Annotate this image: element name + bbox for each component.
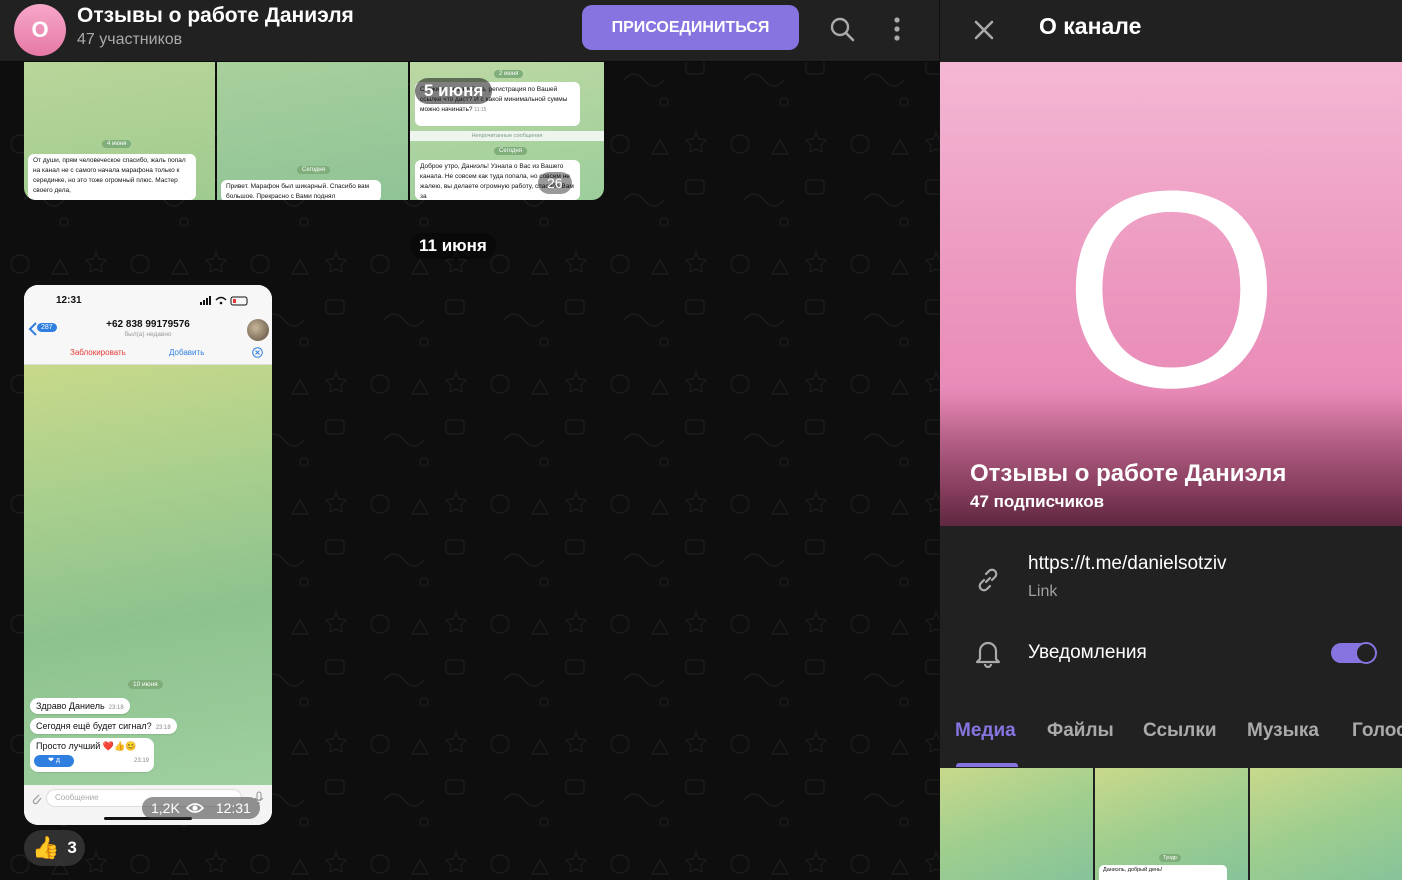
phone-chat-header: 287 +62 838 99179576 был(а) недавно Забл… <box>24 313 272 365</box>
phone-bubble: Сегодня ещё будет сигнал? 23:18 <box>30 718 177 734</box>
media-thumbnail[interactable] <box>940 768 1093 880</box>
paperclip-icon <box>32 794 42 805</box>
phone-input-placeholder: Сообщение <box>55 793 99 802</box>
reaction-count: 3 <box>67 838 77 857</box>
thumbs-up-icon: 👍 <box>32 835 60 860</box>
unread-divider: Непрочитанные сообщения <box>410 131 604 141</box>
tab-media[interactable]: Медиа <box>955 720 1016 742</box>
reaction-chip[interactable]: 👍 3 <box>24 830 85 866</box>
album-photo-2[interactable]: Сегодня Привет. Марафон был шикарный. Сп… <box>217 62 408 200</box>
notifications-row[interactable]: Уведомления <box>940 628 1402 678</box>
cover-avatar-letter: О <box>1062 134 1281 446</box>
phone-date-chip: 10 июня <box>128 680 163 689</box>
photo-message[interactable]: 12:31 287 +62 838 99179576 был(а) недавн… <box>24 285 272 825</box>
media-thumbnail[interactable]: Тундр Даниэль, добрый день! <box>1095 768 1248 880</box>
bell-icon <box>970 635 1006 671</box>
photo-bubble-text: От души, прям человеческое спасибо, жаль… <box>28 154 196 200</box>
tab-music[interactable]: Музыка <box>1247 720 1319 742</box>
photo-date-chip: Сегодня <box>494 147 527 155</box>
thumb-bubble: Даниэль, добрый день! <box>1099 865 1227 880</box>
phone-bubble: Здраво Даниель 23:18 <box>30 698 130 714</box>
tab-voice[interactable]: Голос <box>1352 720 1402 742</box>
phone-chat-body: 10 июня Здраво Даниель 23:18 Сегодня ещё … <box>24 365 272 785</box>
album-photo-1[interactable]: 4 июня От души, прям человеческое спасиб… <box>24 62 215 200</box>
join-button[interactable]: ПРИСОЕДИНИТЬСЯ <box>582 5 799 50</box>
contact-avatar <box>247 319 269 341</box>
photo-date-chip: 2 июня <box>494 70 524 78</box>
phone-status-bar: 12:31 <box>24 285 272 313</box>
close-icon[interactable] <box>966 12 1002 48</box>
chat-area: О Отзывы о работе Даниэля 47 участников … <box>0 0 939 880</box>
link-icon <box>970 562 1006 598</box>
chat-member-count: 47 участников <box>77 31 183 48</box>
channel-info-panel: О канале О Отзывы о работе Даниэля 47 по… <box>939 0 1402 880</box>
media-tabs: Медиа Файлы Ссылки Музыка Голос <box>940 710 1402 768</box>
more-vertical-icon[interactable] <box>879 11 915 47</box>
photo-album-message[interactable]: 4 июня От души, прям человеческое спасиб… <box>24 62 604 200</box>
chat-header[interactable]: О Отзывы о работе Даниэля 47 участников … <box>0 0 939 62</box>
link-caption: Link <box>1028 583 1058 600</box>
media-thumbnail[interactable] <box>1250 768 1402 880</box>
channel-cover[interactable]: О Отзывы о работе Даниэля 47 подписчиков <box>940 62 1402 526</box>
phone-bubble: Просто лучший ❤️👍😊 ❤ д 23:19 <box>30 738 154 772</box>
channel-link[interactable]: https://t.me/danielsotziv <box>1028 553 1227 575</box>
message-time-badge: 26 <box>538 172 572 194</box>
close-circle-icon <box>252 347 263 358</box>
message-time: 12:31 <box>215 800 251 816</box>
media-grid: Тундр Даниэль, добрый день! <box>940 768 1402 880</box>
add-contact-link: Добавить <box>169 348 205 357</box>
notifications-label: Уведомления <box>1028 642 1147 663</box>
date-separator: 11 июня <box>410 233 496 259</box>
message-meta-badge: 1,2K 12:31 <box>142 797 260 819</box>
signal-battery-icon <box>200 296 248 306</box>
channel-name: Отзывы о работе Даниэля <box>970 460 1287 487</box>
block-link: Заблокировать <box>70 348 126 357</box>
active-tab-indicator <box>956 763 1018 767</box>
telegram-web-app: О Отзывы о работе Даниэля 47 участников … <box>0 0 1402 880</box>
chat-title[interactable]: Отзывы о работе Даниэля <box>77 4 354 28</box>
notifications-toggle[interactable] <box>1331 642 1377 664</box>
photo-bubble-text: Привет. Марафон был шикарный. Спасибо ва… <box>221 180 381 200</box>
floating-date-badge: 5 июня <box>415 78 493 104</box>
tab-links[interactable]: Ссылки <box>1143 720 1217 742</box>
thumb-date-chip: Тундр <box>1159 854 1181 862</box>
link-row[interactable]: https://t.me/danielsotziv Link <box>940 540 1402 616</box>
photo-date-chip: Сегодня <box>297 166 330 174</box>
search-icon[interactable] <box>824 11 860 47</box>
contact-status: был(а) недавно <box>124 331 172 338</box>
eye-icon <box>185 803 204 813</box>
subscriber-count: 47 подписчиков <box>970 492 1105 511</box>
tab-files[interactable]: Файлы <box>1047 720 1114 742</box>
photo-date-chip: 4 июня <box>102 140 132 148</box>
channel-avatar[interactable]: О <box>14 4 66 56</box>
contact-phone: +62 838 99179576 <box>106 319 190 330</box>
phone-status-time: 12:31 <box>56 295 82 306</box>
panel-title: О канале <box>1039 13 1142 39</box>
view-count: 1,2K <box>151 800 180 816</box>
panel-header: О канале <box>940 0 1402 62</box>
